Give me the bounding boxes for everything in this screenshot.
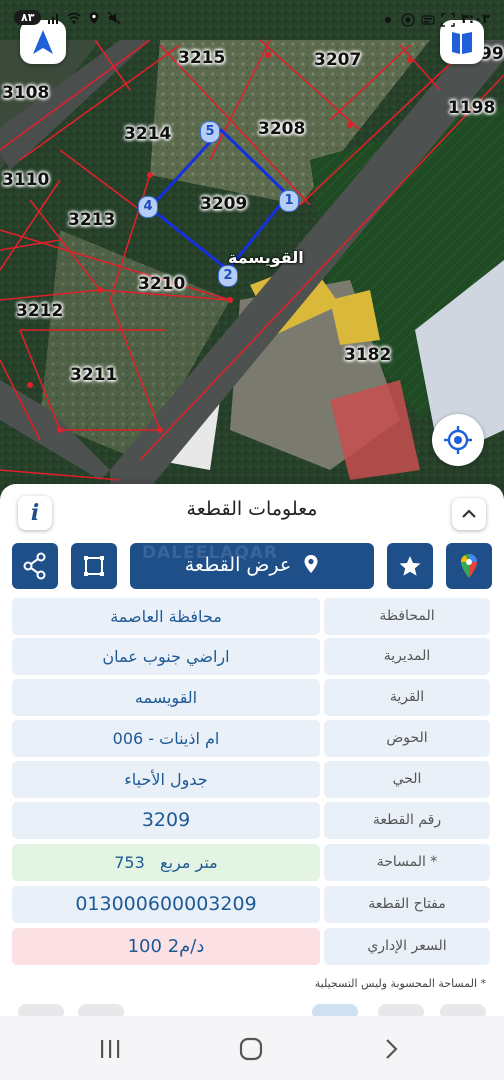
area-key: المساحة * [324, 844, 490, 881]
admin-price-value: 100 د/م2 [12, 928, 320, 965]
street-label: القويسمة [228, 248, 304, 267]
daleel-notification-icon [421, 14, 435, 25]
google-maps-icon [461, 554, 477, 578]
screenshot-icon [441, 12, 455, 27]
parcel-number-value: 3209 [12, 802, 320, 839]
crosshair-icon [444, 426, 472, 454]
governorate-key: المحافظة [324, 598, 490, 635]
directorate-value: اراضي جنوب عمان [12, 638, 320, 675]
parcel-label-3212[interactable]: 3212 [16, 301, 63, 321]
info-row-admin-price: 100 د/م2 السعر الإداري [12, 928, 490, 965]
parcel-label-3208[interactable]: 3208 [258, 119, 305, 139]
dot-icon [384, 16, 391, 23]
info-row-governorate: محافظة العاصمة المحافظة [12, 598, 490, 635]
satellite-map[interactable]: 3215 3207 3108 1198 99 3214 3208 3110 32… [0, 0, 504, 500]
village-value: القويسمه [12, 679, 320, 716]
info-row-directorate: اراضي جنوب عمان المديرية [12, 638, 490, 675]
my-location-button[interactable] [432, 414, 484, 466]
info-row-village: القويسمه القرية [12, 679, 490, 716]
status-left: ٨٣ [14, 10, 121, 25]
star-icon [399, 556, 421, 576]
share-button[interactable] [12, 543, 58, 589]
parcel-info-sheet: i معلومات القطعة DALEELAQAR عرض القطعة م… [0, 484, 504, 1080]
parcel-label-3110[interactable]: 3110 [2, 170, 49, 190]
vertex-marker-4[interactable]: 4 [138, 196, 158, 218]
info-row-parcel-key: 013000600003209 مفتاح القطعة [12, 886, 490, 923]
vertex-marker-1[interactable]: 1 [279, 190, 299, 212]
wifi-icon [67, 12, 81, 24]
show-parcel-button[interactable]: DALEELAQAR عرض القطعة [130, 543, 374, 589]
google-maps-button[interactable] [446, 543, 492, 589]
share-icon [23, 552, 46, 580]
parcel-label-3209[interactable]: 3209 [200, 194, 247, 214]
parcel-label-3182[interactable]: 3182 [344, 345, 391, 365]
collapse-sheet-button[interactable] [452, 498, 486, 530]
parcel-label-3210[interactable]: 3210 [138, 274, 185, 294]
show-parcel-label: عرض القطعة [130, 554, 374, 576]
governorate-value: محافظة العاصمة [12, 598, 320, 635]
parcel-label-3211[interactable]: 3211 [70, 365, 117, 385]
parcel-key-key: مفتاح القطعة [324, 886, 490, 923]
parcel-shape-button[interactable] [71, 543, 117, 589]
neighborhood-key: الحي [324, 761, 490, 798]
info-row-neighborhood: جدول الأحياء الحي [12, 761, 490, 798]
vertex-marker-2[interactable]: 2 [218, 265, 238, 287]
home-icon[interactable] [239, 1037, 263, 1061]
app-notification-icon [401, 12, 415, 27]
parcel-label-3213[interactable]: 3213 [68, 210, 115, 230]
show-parcel-text: عرض القطعة [184, 554, 292, 576]
directorate-key: المديرية [324, 638, 490, 675]
parcel-label-3215[interactable]: 3215 [178, 48, 225, 68]
signal-icon [48, 13, 59, 24]
sheet-title: معلومات القطعة [186, 498, 318, 520]
status-right: ٣:٠٣ [381, 12, 490, 27]
parcel-number-key: رقم القطعة [324, 802, 490, 839]
village-key: القرية [324, 679, 490, 716]
area-value: 753 متر مربع [12, 844, 320, 881]
mute-icon [107, 10, 121, 25]
polygon-shape-icon [84, 556, 104, 576]
area-footnote: * المساحة المحسوبة وليس التسجيلية [314, 977, 486, 990]
system-nav-bar [0, 1016, 504, 1080]
back-chevron-icon[interactable] [382, 1037, 402, 1061]
info-row-basin: ام اذينات - 006 الحوض [12, 720, 490, 757]
basin-value: ام اذينات - 006 [12, 720, 320, 757]
parcel-label-3108[interactable]: 3108 [2, 83, 49, 103]
location-icon [89, 11, 99, 24]
parcel-label-3207[interactable]: 3207 [314, 50, 361, 70]
info-row-area: 753 متر مربع المساحة * [12, 844, 490, 881]
parcel-label-1198[interactable]: 1198 [448, 98, 495, 118]
parcel-key-value: 013000600003209 [12, 886, 320, 923]
admin-price-key: السعر الإداري [324, 928, 490, 965]
info-row-parcel-number: 3209 رقم القطعة [12, 802, 490, 839]
clock: ٣:٠٣ [460, 12, 490, 27]
favorite-button[interactable] [387, 543, 433, 589]
parcel-label-3214[interactable]: 3214 [124, 124, 171, 144]
recent-apps-icon[interactable] [98, 1038, 122, 1060]
map-pin-icon [304, 555, 318, 573]
status-bar: ٨٣ ٣:٠٣ [0, 0, 504, 40]
chevron-up-icon [462, 509, 476, 518]
neighborhood-value: جدول الأحياء [12, 761, 320, 798]
battery-indicator: ٨٣ [14, 10, 42, 25]
basin-key: الحوض [324, 720, 490, 757]
vertex-marker-5[interactable]: 5 [200, 121, 220, 143]
